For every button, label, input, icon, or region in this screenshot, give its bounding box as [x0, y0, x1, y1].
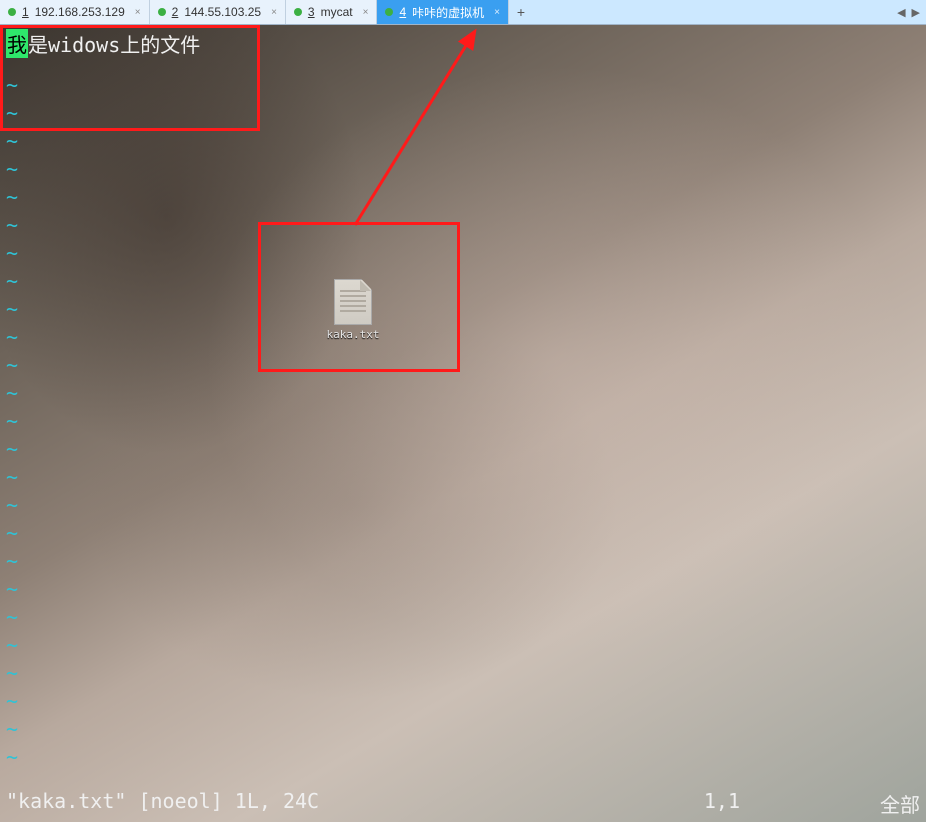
- status-cursor-pos: 1,1: [704, 789, 740, 818]
- tab-label: 144.55.103.25: [184, 5, 261, 19]
- desktop-file-label: kaka.txt: [327, 328, 380, 341]
- empty-line-marker: ~: [6, 325, 18, 349]
- tab-bar: 1 192.168.253.129 × 2 144.55.103.25 × 3 …: [0, 0, 926, 25]
- editor-text: 是widows上的文件: [28, 29, 200, 58]
- empty-line-marker: ~: [6, 437, 18, 461]
- terminal-viewport[interactable]: 我是widows上的文件 ~ ~ ~ ~ ~ ~ ~ ~ ~ ~ ~ ~ ~ ~…: [0, 25, 926, 822]
- close-icon[interactable]: ×: [494, 7, 500, 18]
- tab-label: 咔咔的虚拟机: [412, 4, 484, 21]
- tab-nav: ◀ ▶: [897, 6, 926, 19]
- empty-line-marker: ~: [6, 101, 18, 125]
- empty-line-marker: ~: [6, 633, 18, 657]
- empty-line-marker: ~: [6, 353, 18, 377]
- status-dot-icon: [8, 8, 16, 16]
- tab-session-2[interactable]: 2 144.55.103.25 ×: [150, 0, 286, 24]
- tab-session-1[interactable]: 1 192.168.253.129 ×: [0, 0, 150, 24]
- empty-line-marker: ~: [6, 129, 18, 153]
- empty-line-marker: ~: [6, 157, 18, 181]
- desktop-file-icon[interactable]: kaka.txt: [330, 279, 376, 341]
- tab-number: 4: [399, 5, 406, 19]
- close-icon[interactable]: ×: [363, 7, 369, 18]
- empty-line-marker: ~: [6, 185, 18, 209]
- empty-line-marker: ~: [6, 689, 18, 713]
- empty-line-marker: ~: [6, 269, 18, 293]
- empty-line-marker: ~: [6, 549, 18, 573]
- tab-number: 2: [172, 5, 179, 19]
- tab-session-4[interactable]: 4 咔咔的虚拟机 ×: [377, 0, 509, 24]
- status-dot-icon: [385, 8, 393, 16]
- text-file-icon: [334, 279, 372, 325]
- close-icon[interactable]: ×: [271, 7, 277, 18]
- new-tab-button[interactable]: +: [509, 4, 533, 20]
- status-dot-icon: [294, 8, 302, 16]
- status-view-percent: 全部: [880, 789, 920, 818]
- empty-line-marker: ~: [6, 661, 18, 685]
- status-file-info: "kaka.txt" [noeol] 1L, 24C: [6, 789, 319, 818]
- empty-line-marker: ~: [6, 493, 18, 517]
- tab-number: 1: [22, 5, 29, 19]
- empty-line-marker: ~: [6, 213, 18, 237]
- empty-line-marker: ~: [6, 297, 18, 321]
- empty-line-marker: ~: [6, 605, 18, 629]
- tab-session-3[interactable]: 3 mycat ×: [286, 0, 378, 24]
- empty-line-marker: ~: [6, 717, 18, 741]
- empty-line-marker: ~: [6, 381, 18, 405]
- empty-line-marker: ~: [6, 521, 18, 545]
- close-icon[interactable]: ×: [135, 7, 141, 18]
- status-dot-icon: [158, 8, 166, 16]
- tab-label: 192.168.253.129: [35, 5, 125, 19]
- cursor-block: 我: [6, 29, 28, 58]
- empty-line-marker: ~: [6, 409, 18, 433]
- empty-line-marker: ~: [6, 577, 18, 601]
- tab-number: 3: [308, 5, 315, 19]
- empty-line-marker: ~: [6, 73, 18, 97]
- tab-label: mycat: [321, 5, 353, 19]
- tab-scroll-left-icon[interactable]: ◀: [897, 6, 905, 19]
- app-window: 1 192.168.253.129 × 2 144.55.103.25 × 3 …: [0, 0, 926, 822]
- editor-line-1: 我是widows上的文件: [6, 29, 200, 58]
- empty-line-marker: ~: [6, 241, 18, 265]
- empty-line-marker: ~: [6, 745, 18, 769]
- vim-status-bar: "kaka.txt" [noeol] 1L, 24C 1,1 全部: [6, 789, 920, 818]
- empty-line-marker: ~: [6, 465, 18, 489]
- tab-scroll-right-icon[interactable]: ▶: [912, 6, 920, 19]
